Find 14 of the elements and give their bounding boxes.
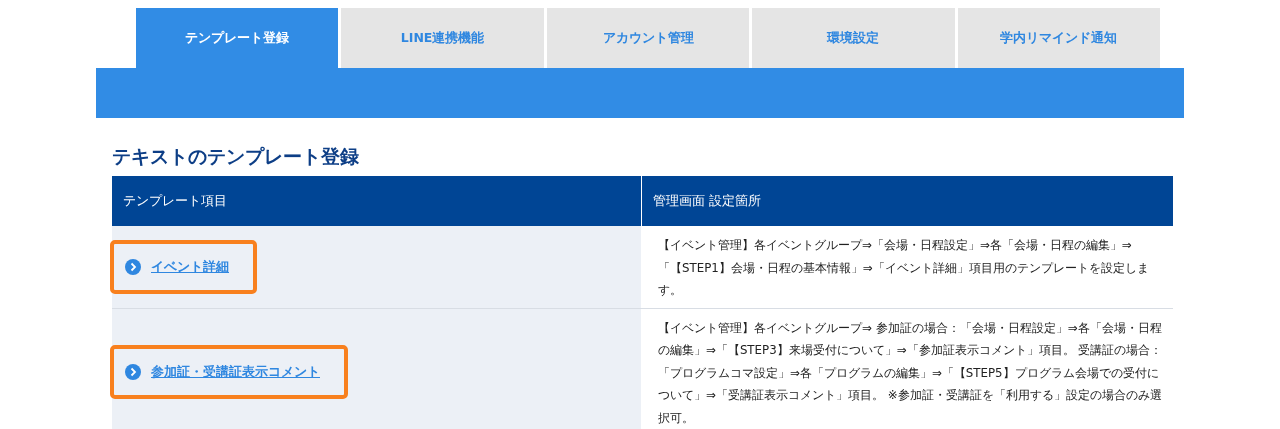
chevron-circle-icon xyxy=(125,258,141,275)
tab[interactable]: テンプレート登録 xyxy=(136,8,339,68)
item-link[interactable]: イベント詳細 xyxy=(151,257,229,276)
section-heading: テキストのテンプレート登録 xyxy=(112,144,360,168)
column-header: テンプレート項目 xyxy=(122,192,228,210)
column-header: 管理画面 設定箇所 xyxy=(641,176,1173,226)
item-link[interactable]: 参加証・受講証表示コメント xyxy=(151,362,320,381)
tab[interactable]: 学内リマインド通知 xyxy=(957,8,1161,68)
tab[interactable]: アカウント管理 xyxy=(546,8,750,68)
tab[interactable]: LINE連携機能 xyxy=(341,8,544,68)
table-cell: 【イベント管理】各イベントグループ⇒「会場・日程設定」⇒各「会場・日程の編集」⇒「【STEP1】会場・日程の基本情報」⇒「イベント詳細」項目用のテンプレートを設定します。 xyxy=(641,226,1173,308)
tab[interactable]: 環境設定 xyxy=(752,8,955,68)
chevron-circle-icon xyxy=(125,363,141,380)
table-cell: 【イベント管理】各イベントグループ⇒ 参加証の場合：「会場・日程設定」⇒各「会場・日程の編集」⇒「【STEP3】来場受付について」⇒「参加証表示コメント」項目。 受講証の場合：「プログラムコマ設定」⇒各「プログラムの編集」⇒「【STEP5】プログラム会場での受付について」⇒「受講証表示コメント」項目。 ※参加証・受講証を「利用する」設定の場合のみ選択可。 xyxy=(641,308,1173,429)
